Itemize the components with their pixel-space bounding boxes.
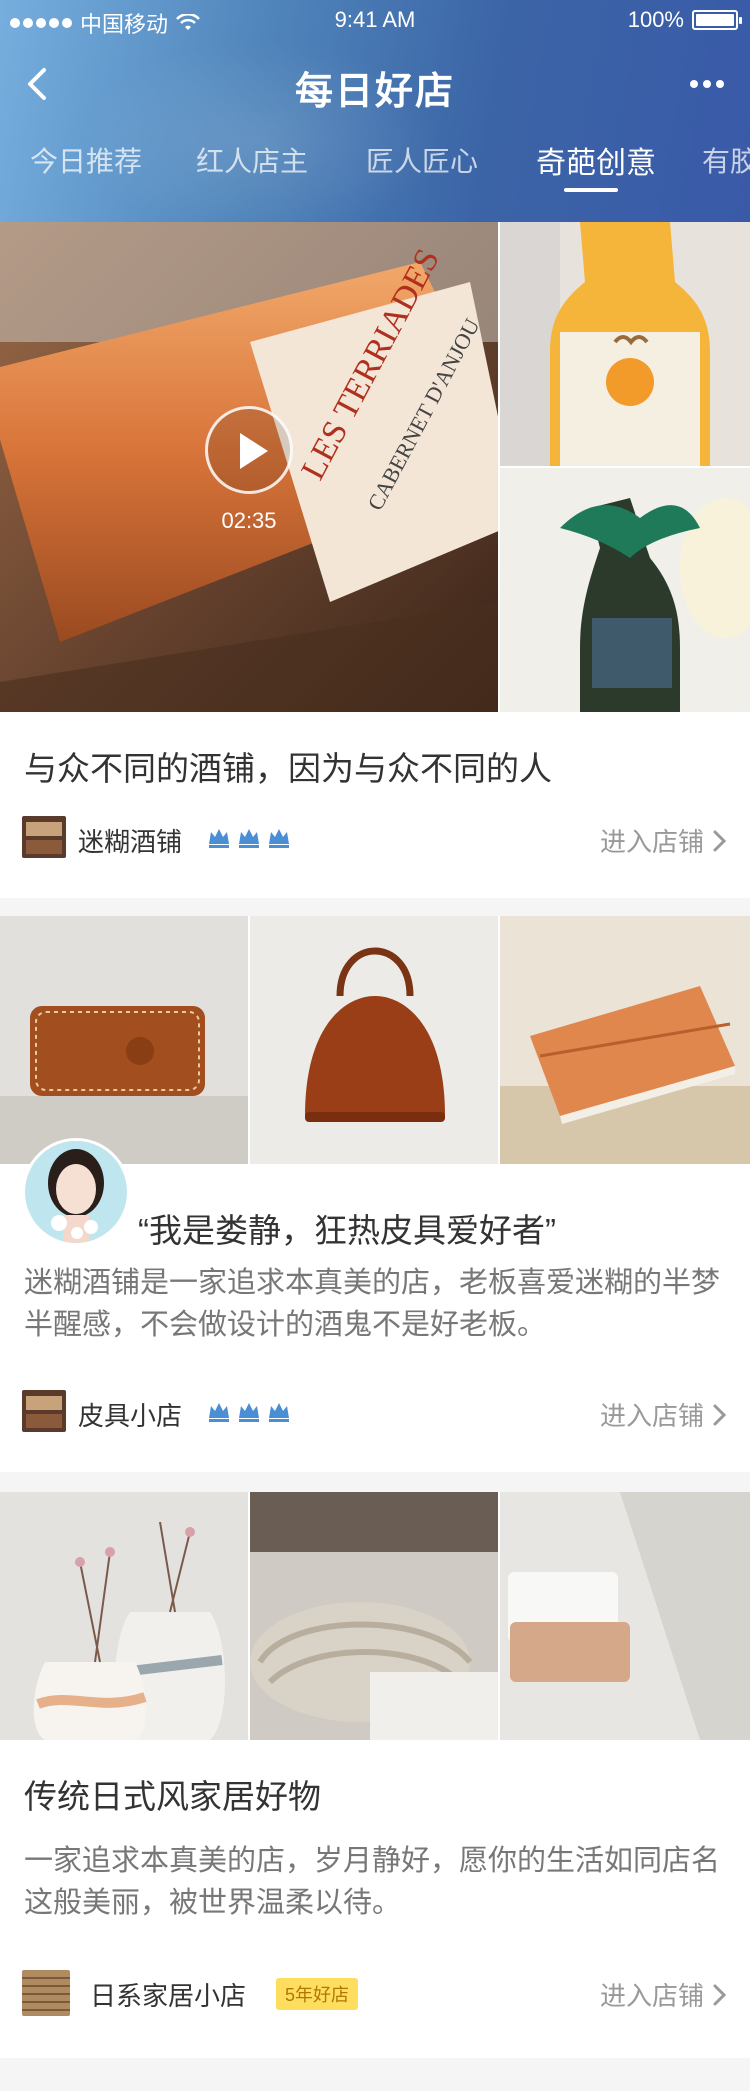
battery-fill <box>696 14 734 26</box>
more-dot <box>716 80 724 88</box>
video-duration: 02:35 <box>221 508 277 533</box>
enter-shop-label: 进入店铺 <box>599 827 704 857</box>
enter-shop-label: 进入店铺 <box>599 1981 704 2011</box>
nav-bar: 每日好店 <box>0 48 750 120</box>
crown-icon <box>239 1403 259 1422</box>
more-button[interactable] <box>686 70 728 98</box>
handbag-photo <box>250 916 498 1164</box>
juice-bottle-photo <box>500 222 750 466</box>
crown-rating <box>206 824 292 850</box>
crown-icon <box>239 829 259 848</box>
shop-name[interactable]: 皮具小店 <box>78 1396 182 1433</box>
shop-card-wine[interactable]: LES TERRIADES CABERNET D'ANJOU 02:35 与众不… <box>0 222 750 898</box>
more-dot <box>690 80 698 88</box>
crown-icon <box>209 1403 229 1422</box>
card-title: “我是娄静，狂热皮具爱好者” <box>138 1212 556 1249</box>
owner-portrait <box>25 1141 127 1243</box>
shop-card-home[interactable]: 传统日式风家居好物 一家追求本真美的店，岁月静好，愿你的生活如同店名这般美丽，被… <box>0 1492 750 2058</box>
tab-recommend[interactable]: 今日推荐 <box>30 140 142 180</box>
card-title: 与众不同的酒铺，因为与众不同的人 <box>24 750 552 787</box>
crown-rating <box>206 1398 292 1424</box>
basket-photo <box>250 1492 498 1740</box>
enter-shop-link[interactable]: 进入店铺 <box>600 1396 728 1433</box>
crown-icon <box>209 829 229 848</box>
tab-influencer[interactable]: 红人店主 <box>196 140 308 180</box>
shop-avatar[interactable] <box>22 816 66 858</box>
play-button[interactable] <box>205 406 293 494</box>
crown-icon <box>269 829 289 848</box>
battery-icon <box>692 10 742 30</box>
chevron-right-icon <box>713 1984 727 2005</box>
enter-shop-link[interactable]: 进入店铺 <box>600 1976 728 2013</box>
tab-creative[interactable]: 奇葩创意 <box>536 138 656 182</box>
shop-avatar[interactable] <box>22 1970 70 2016</box>
more-dot <box>703 80 711 88</box>
wine-gift-photo <box>500 468 750 712</box>
wine-gift-image[interactable] <box>500 468 750 712</box>
vase-image[interactable] <box>0 1492 248 1740</box>
card-description: 迷糊酒铺是一家追求本真美的店，老板喜爱迷糊的半梦半醒感，不会做设计的酒鬼不是好老… <box>24 1267 721 1341</box>
shop-row: 日系家居小店 5年好店 进入店铺 <box>0 1968 750 2016</box>
category-tabs: 今日推荐 红人店主 匠人匠心 奇葩创意 有胶 <box>0 140 750 200</box>
vase-photo <box>0 1492 248 1740</box>
shop-card-leather[interactable]: “我是娄静，狂热皮具爱好者” 迷糊酒铺是一家追求本真美的店，老板喜爱迷糊的半梦半… <box>0 916 750 1472</box>
soap-image[interactable] <box>500 1492 750 1740</box>
basket-image[interactable] <box>250 1492 498 1740</box>
card-description: 一家追求本真美的店，岁月静好，愿你的生活如同店名这般美丽，被世界温柔以待。 <box>24 1845 721 1919</box>
crown-icon <box>269 1403 289 1422</box>
battery-percent: 100% <box>627 7 684 32</box>
juice-bottle-image[interactable] <box>500 222 750 466</box>
app-logo: 每日好店 <box>294 71 455 113</box>
shop-age-badge: 5年好店 <box>276 1978 359 2010</box>
status-right: 100% <box>627 7 742 33</box>
play-icon <box>240 433 268 469</box>
chevron-right-icon <box>713 830 727 851</box>
wallet-image[interactable] <box>0 916 248 1164</box>
enter-shop-link[interactable]: 进入店铺 <box>600 822 728 859</box>
owner-avatar[interactable] <box>22 1138 130 1246</box>
notebook-photo <box>500 916 750 1164</box>
wallet-photo <box>0 916 248 1164</box>
enter-shop-label: 进入店铺 <box>599 1401 704 1431</box>
handbag-image[interactable] <box>250 916 498 1164</box>
notebook-image[interactable] <box>500 916 750 1164</box>
shop-name[interactable]: 日系家居小店 <box>90 1976 246 2013</box>
status-bar: 中国移动 9:41 AM 100% <box>0 0 750 40</box>
app-header: 中国移动 9:41 AM 100% 每日好店 今日推荐 红人店主 匠人匠心 奇葩… <box>0 0 750 222</box>
soap-photo <box>500 1492 750 1740</box>
tab-indicator <box>564 188 618 192</box>
chevron-right-icon <box>713 1404 727 1425</box>
tab-craftsman[interactable]: 匠人匠心 <box>366 140 478 180</box>
shop-name[interactable]: 迷糊酒铺 <box>78 822 182 859</box>
card-title: 传统日式风家居好物 <box>24 1778 321 1815</box>
shop-avatar[interactable] <box>22 1390 66 1432</box>
tab-partial[interactable]: 有胶 <box>702 140 750 180</box>
shop-row: 皮具小店 进入店铺 <box>0 1388 750 1436</box>
shop-row: 迷糊酒铺 进入店铺 <box>0 814 750 862</box>
